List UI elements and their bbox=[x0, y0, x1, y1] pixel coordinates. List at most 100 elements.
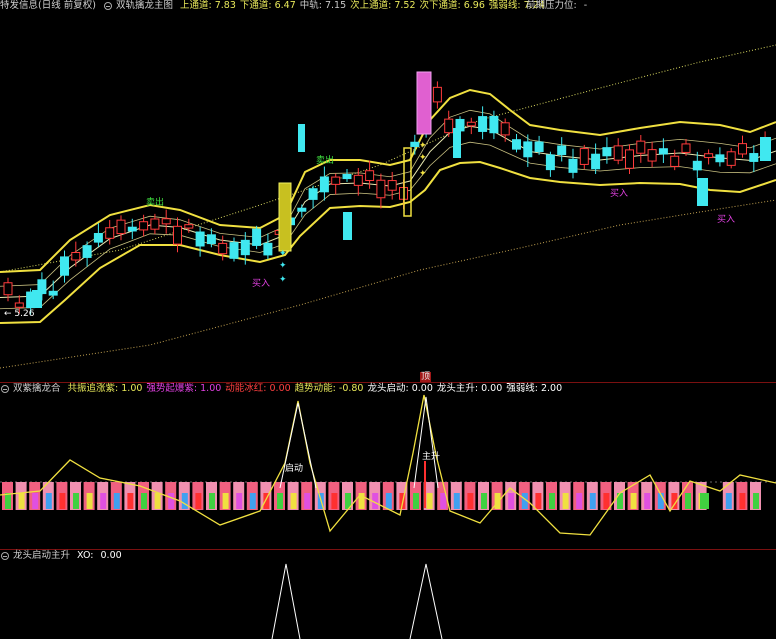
butterfly-icon: ✦ bbox=[279, 249, 287, 259]
signal-block-inner bbox=[644, 493, 651, 509]
candlestick bbox=[557, 145, 567, 156]
signal-block-inner bbox=[86, 493, 93, 509]
main-chart-pane[interactable]: ✦ ✦ ✦ ✦ ✦ ✦ 特发信息(日线 前复权) 双轨擒龙主图 上通道: 7.83 下通道:… bbox=[0, 0, 776, 383]
candlestick bbox=[760, 137, 771, 161]
candlestick bbox=[602, 147, 612, 157]
signal-block-inner bbox=[603, 493, 610, 509]
candlestick bbox=[523, 141, 533, 158]
sub1-indicator-name[interactable]: 双紫擒龙合 bbox=[13, 383, 61, 394]
candlestick bbox=[206, 234, 216, 245]
buy-signal-label: 买入 bbox=[717, 215, 736, 225]
signal-block-inner bbox=[453, 493, 460, 509]
momentum-line bbox=[0, 394, 776, 536]
xo-spike bbox=[409, 563, 443, 639]
signal-block-inner bbox=[18, 493, 25, 509]
candlestick bbox=[376, 179, 386, 199]
sub-indicator-pane-2[interactable]: 龙头启动主升 XO: 0.00 bbox=[0, 550, 776, 639]
sell-signal-label: 卖出 bbox=[316, 156, 335, 166]
start-label: 启动 bbox=[285, 464, 304, 474]
signal-block-inner bbox=[331, 493, 338, 509]
candlestick bbox=[534, 141, 544, 153]
candlestick bbox=[218, 242, 228, 255]
sub2-chart-canvas[interactable] bbox=[0, 550, 776, 639]
candlestick bbox=[240, 239, 250, 256]
dotted-lower-line bbox=[0, 199, 776, 369]
indicator-toggle-icon[interactable] bbox=[1, 551, 9, 560]
signal-block-inner bbox=[413, 493, 419, 509]
main-chart-header: 特发信息(日线 前复权) 双轨擒龙主图 上通道: 7.83 下通道: 6.47 中轨… bbox=[0, 0, 587, 12]
signal-block-inner bbox=[277, 493, 283, 509]
sub1-chart-canvas[interactable] bbox=[0, 383, 776, 549]
candlestick bbox=[478, 116, 488, 132]
signal-block-inner bbox=[739, 493, 746, 509]
candlestick bbox=[331, 176, 341, 185]
rise-label: 主升 bbox=[422, 452, 441, 462]
dotted-upper-line bbox=[0, 44, 776, 273]
candlestick bbox=[738, 143, 747, 155]
candlestick bbox=[500, 122, 510, 136]
candlestick bbox=[647, 149, 657, 162]
candlestick bbox=[3, 282, 13, 296]
main-stat: 次下通道: 6.96 bbox=[419, 0, 485, 11]
candlestick bbox=[365, 170, 375, 181]
candlestick bbox=[444, 118, 454, 134]
main-stat: 下通道: 6.47 bbox=[239, 0, 296, 11]
buy-signal-label: 买入 bbox=[610, 189, 629, 199]
sell-signal-label: 卖出 bbox=[146, 198, 165, 208]
signal-block-inner bbox=[290, 493, 297, 509]
butterfly-icon: ✦ bbox=[279, 275, 287, 285]
candlestick bbox=[613, 145, 623, 161]
candlestick bbox=[545, 154, 555, 171]
stock-title: 特发信息(日线 前复权) bbox=[0, 0, 96, 11]
candlestick bbox=[681, 143, 691, 153]
signal-block-inner bbox=[630, 493, 637, 509]
signal-block-inner bbox=[168, 493, 175, 509]
candlestick bbox=[32, 290, 42, 308]
candlestick bbox=[319, 176, 329, 193]
indicator-toggle-icon[interactable] bbox=[103, 1, 112, 10]
signal-block-inner bbox=[209, 493, 215, 509]
butterfly-icon: ✦ bbox=[279, 261, 287, 271]
sub1-indicator-stats: 共振追涨紫: 1.00 强势起爆紫: 1.00 动能冰红: 0.00 趋势动能: -0… bbox=[68, 383, 567, 394]
xo-spike bbox=[271, 563, 301, 639]
candlestick bbox=[342, 173, 352, 180]
butterfly-icon: ✦ bbox=[419, 141, 427, 151]
signal-block-inner bbox=[576, 493, 583, 509]
main-chart-canvas[interactable]: ✦ ✦ ✦ ✦ ✦ ✦ bbox=[0, 0, 776, 383]
start-spike bbox=[279, 402, 317, 489]
signal-block-inner bbox=[59, 493, 66, 509]
signal-block-inner bbox=[508, 493, 515, 509]
candlestick bbox=[432, 86, 442, 103]
candlestick bbox=[229, 242, 239, 259]
indicator-toggle-icon[interactable] bbox=[1, 384, 9, 393]
sub2-indicator-name[interactable]: 龙头启动主升 bbox=[13, 550, 70, 561]
signal-block-inner bbox=[154, 493, 161, 509]
candlestick bbox=[82, 245, 92, 258]
signal-block-inner bbox=[725, 493, 732, 509]
candlestick bbox=[252, 228, 262, 246]
candlestick bbox=[670, 155, 680, 167]
main-stat: 次上通道: 7.52 bbox=[350, 0, 416, 11]
sub-indicator-pane-1[interactable]: 双紫擒龙合 共振追涨紫: 1.00 强势起爆紫: 1.00 动能冰红: 0.00 趋势… bbox=[0, 383, 776, 549]
signal-block-inner bbox=[141, 493, 147, 509]
candlestick bbox=[161, 218, 171, 225]
candlestick bbox=[353, 174, 363, 186]
signal-block-inner bbox=[32, 493, 39, 509]
resistance-label: 前期压力位: - bbox=[526, 0, 588, 11]
buy-signal-label: 买入 bbox=[252, 279, 271, 289]
signal-block-inner bbox=[753, 493, 759, 509]
signal-block-inner bbox=[426, 493, 433, 509]
candlestick bbox=[591, 153, 601, 170]
sub-upper-channel-line bbox=[0, 109, 776, 287]
main-indicator-name[interactable]: 双轨擒龙主图 bbox=[116, 0, 173, 11]
low-price-marker: ← 5.26 bbox=[4, 309, 35, 319]
signal-block-inner bbox=[181, 493, 188, 509]
signal-block-inner bbox=[249, 493, 256, 509]
candlestick bbox=[48, 290, 58, 296]
candlestick bbox=[692, 160, 702, 171]
signal-candle-magenta bbox=[416, 71, 432, 135]
candlestick bbox=[658, 148, 668, 155]
candlestick bbox=[105, 227, 115, 239]
signal-block-inner bbox=[113, 493, 120, 509]
candlestick bbox=[297, 207, 307, 212]
